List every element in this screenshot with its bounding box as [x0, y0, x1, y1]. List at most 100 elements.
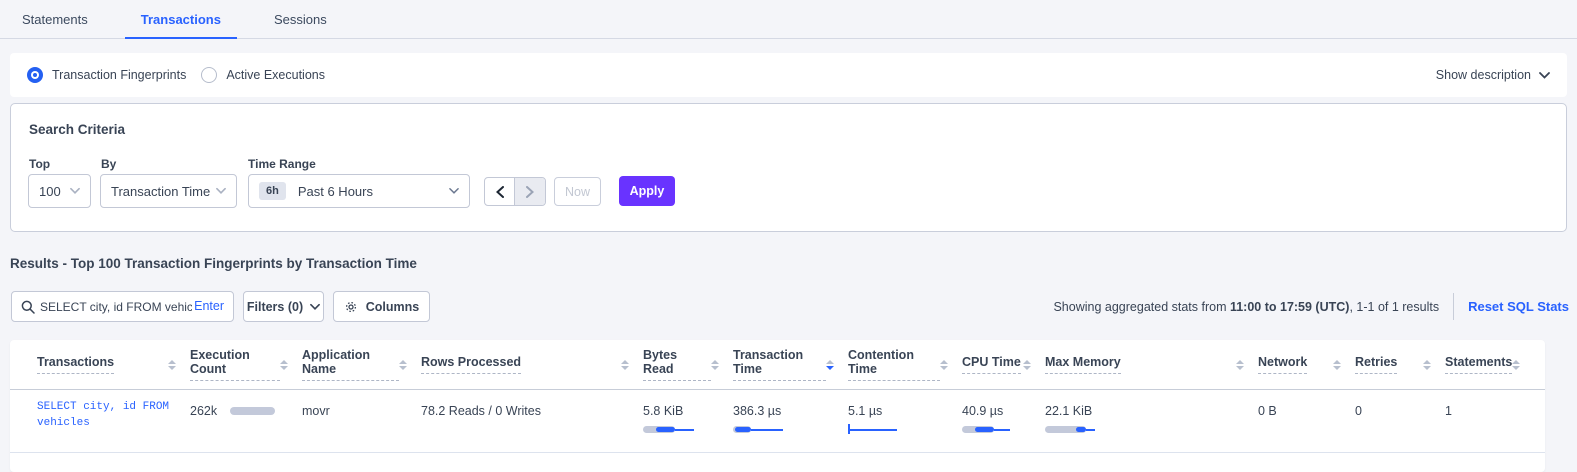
column-header-network[interactable]: Network	[1258, 355, 1355, 374]
sort-icon[interactable]	[711, 360, 719, 370]
column-header-application_name[interactable]: Application Name	[302, 348, 421, 381]
cell-application_name: movr	[302, 390, 421, 452]
radio-active-executions[interactable]: Active Executions	[201, 67, 325, 83]
stat-bar	[733, 426, 793, 435]
results-controls: Enter Filters (0) Columns Showing aggreg…	[10, 291, 1569, 322]
chevron-down-icon	[449, 186, 459, 196]
sort-icon[interactable]	[940, 360, 948, 370]
column-header-rows_processed[interactable]: Rows Processed	[421, 355, 643, 374]
results-table-card: Transactions Execution Count Application N…	[10, 340, 1545, 472]
cell-cpu_time: 40.9 µs	[962, 390, 1045, 452]
column-header-bytes_read[interactable]: Bytes Read	[643, 348, 733, 381]
time-range-value: Past 6 Hours	[298, 184, 373, 199]
column-label-network: Network	[1258, 355, 1307, 374]
chevron-down-icon	[70, 186, 80, 196]
show-description-label: Show description	[1436, 68, 1531, 82]
tab-statements[interactable]: Statements	[6, 0, 104, 38]
columns-label: Columns	[366, 300, 419, 314]
radio-label: Active Executions	[226, 68, 325, 82]
column-header-max_memory[interactable]: Max Memory	[1045, 355, 1258, 374]
view-toggle-card: Transaction Fingerprints Active Executio…	[10, 53, 1567, 97]
cell-value: movr	[302, 404, 330, 418]
time-prev-button[interactable]	[485, 178, 515, 205]
top-select-value: 100	[39, 184, 61, 199]
time-range-badge: 6h	[259, 182, 286, 200]
results-heading: Results - Top 100 Transaction Fingerprin…	[10, 256, 417, 271]
cell-value: 40.9 µs	[962, 404, 1045, 418]
top-label: Top	[29, 157, 50, 171]
cell-max_memory: 22.1 KiB	[1045, 390, 1258, 452]
time-range-label: Time Range	[248, 157, 316, 171]
cell-execution_count: 262k	[190, 390, 302, 452]
sort-icon[interactable]	[1023, 360, 1031, 370]
time-nav-group	[484, 177, 546, 206]
table-row: SELECT city, id FROM vehicles262kmovr 78.…	[10, 390, 1545, 453]
column-header-cpu_time[interactable]: CPU Time	[962, 355, 1045, 374]
sort-icon[interactable]	[1512, 360, 1520, 370]
column-label-statements: Statements	[1445, 355, 1512, 374]
filters-button[interactable]: Filters (0)	[243, 291, 324, 322]
cell-value: 22.1 KiB	[1045, 404, 1258, 418]
cell-statements: 1	[1445, 390, 1531, 452]
column-header-contention_time[interactable]: Contention Time	[848, 348, 962, 381]
column-header-retries[interactable]: Retries	[1355, 355, 1445, 374]
sort-icon[interactable]	[280, 360, 288, 370]
radio-selected-icon[interactable]	[27, 67, 43, 83]
time-next-button[interactable]	[515, 178, 545, 205]
sort-icon[interactable]	[1423, 360, 1431, 370]
search-input[interactable]	[40, 292, 192, 321]
cell-retries: 0	[1355, 390, 1445, 452]
by-select-value: Transaction Time	[111, 184, 210, 199]
filters-label: Filters (0)	[247, 300, 303, 314]
radio-unselected-icon[interactable]	[201, 67, 217, 83]
top-select[interactable]: 100	[28, 174, 91, 208]
gear-icon	[344, 300, 358, 314]
apply-button[interactable]: Apply	[619, 176, 675, 206]
now-button[interactable]: Now	[554, 177, 601, 206]
cell-value: 5.8 KiB	[643, 404, 733, 418]
radio-label: Transaction Fingerprints	[52, 68, 186, 82]
cell-value: 78.2 Reads / 0 Writes	[421, 404, 541, 418]
sort-icon[interactable]	[826, 360, 834, 370]
chevron-down-icon	[1539, 72, 1550, 79]
column-label-execution_count: Execution Count	[190, 348, 280, 381]
aggregated-stats-text: Showing aggregated stats from 11:00 to 1…	[1053, 300, 1439, 314]
chevron-right-icon	[526, 186, 534, 198]
columns-button[interactable]: Columns	[333, 291, 430, 322]
column-label-transactions: Transactions	[37, 355, 114, 374]
tab-sessions[interactable]: Sessions	[258, 0, 343, 38]
column-label-rows_processed: Rows Processed	[421, 355, 521, 374]
radio-transaction-fingerprints[interactable]: Transaction Fingerprints	[27, 67, 186, 83]
show-description-toggle[interactable]: Show description	[1436, 53, 1550, 97]
time-range-select[interactable]: 6h Past 6 Hours	[248, 174, 470, 208]
column-label-cpu_time: CPU Time	[962, 355, 1021, 374]
sort-icon[interactable]	[1333, 360, 1341, 370]
column-label-max_memory: Max Memory	[1045, 355, 1121, 374]
column-header-statements[interactable]: Statements	[1445, 355, 1531, 374]
reset-sql-stats-link[interactable]: Reset SQL Stats	[1468, 299, 1569, 314]
sort-icon[interactable]	[1236, 360, 1244, 370]
stats-group: Showing aggregated stats from 11:00 to 1…	[1053, 291, 1569, 322]
stat-bar	[848, 426, 908, 435]
search-criteria-card: Search Criteria Top 100 By Transaction T…	[10, 103, 1567, 232]
chevron-down-icon	[310, 302, 320, 312]
tab-transactions[interactable]: Transactions	[125, 0, 237, 38]
table-header-row: Transactions Execution Count Application N…	[10, 340, 1545, 390]
sort-icon[interactable]	[399, 360, 407, 370]
column-header-transaction_time[interactable]: Transaction Time	[733, 348, 848, 381]
sort-icon[interactable]	[621, 360, 629, 370]
search-enter-button[interactable]: Enter	[194, 299, 224, 313]
by-select[interactable]: Transaction Time	[100, 174, 237, 208]
transaction-fingerprint-link[interactable]: SELECT city, id FROM vehicles	[37, 399, 187, 431]
sort-icon[interactable]	[168, 360, 176, 370]
stat-bar	[643, 426, 703, 435]
column-header-transactions[interactable]: Transactions	[37, 355, 190, 374]
search-icon	[21, 300, 35, 314]
by-label: By	[101, 157, 116, 171]
search-box: Enter	[11, 291, 234, 322]
column-label-application_name: Application Name	[302, 348, 399, 381]
column-header-execution_count[interactable]: Execution Count	[190, 348, 302, 381]
stat-bar	[962, 426, 1022, 435]
cell-network: 0 B	[1258, 390, 1355, 452]
cell-value: 1	[1445, 404, 1452, 418]
